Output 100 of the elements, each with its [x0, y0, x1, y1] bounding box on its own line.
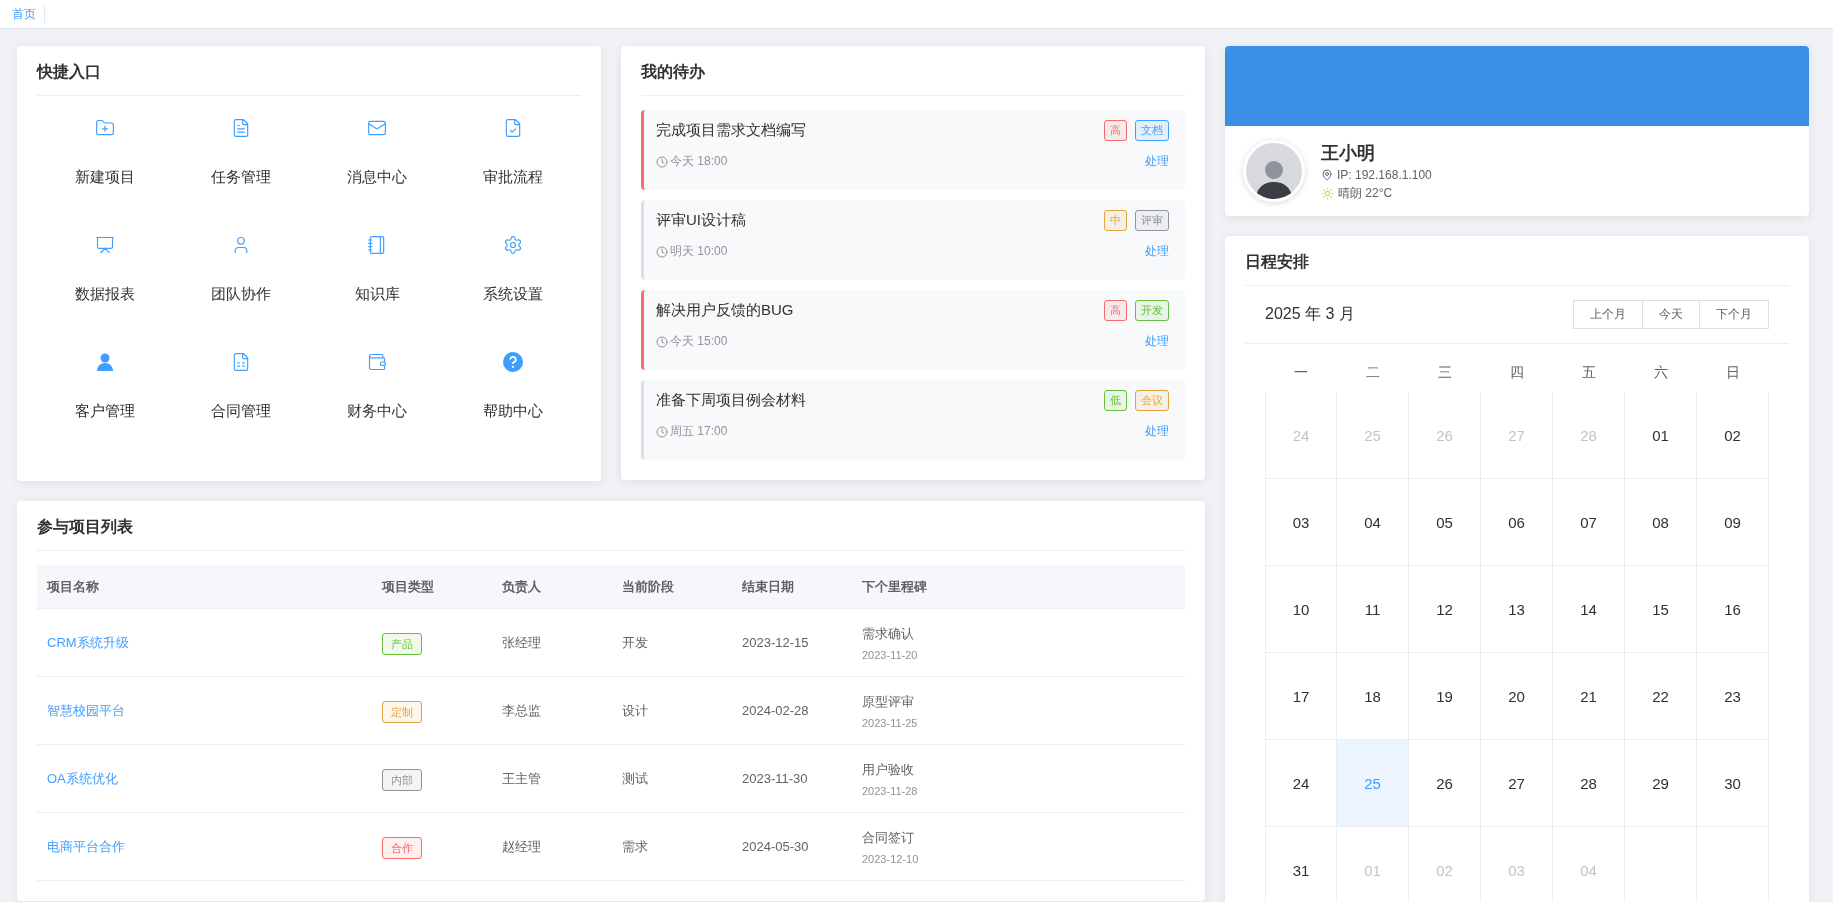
end-date-cell-text: 2023-11-30 — [742, 771, 809, 786]
todo-tag: 文档 — [1135, 120, 1169, 141]
milestone-name: 原型评审 — [862, 692, 915, 711]
sun-icon — [1321, 186, 1334, 200]
todo-tag: 会议 — [1135, 390, 1169, 411]
stage-cell-text: 需求 — [622, 837, 649, 856]
calendar-day[interactable]: 01 — [1625, 392, 1697, 479]
quick-entry-item[interactable]: 审批流程 — [445, 110, 581, 227]
calendar-day[interactable]: 04 — [1337, 479, 1409, 566]
calendar-day[interactable]: 20 — [1481, 653, 1553, 740]
location-pin-icon — [1321, 168, 1333, 181]
calendar-day[interactable]: 31 — [1265, 827, 1337, 902]
calendar-day[interactable]: 21 — [1553, 653, 1625, 740]
calendar-day[interactable]: 18 — [1337, 653, 1409, 740]
column-header: 当前阶段 — [622, 577, 675, 596]
month-nav-button[interactable]: 上个月 — [1573, 300, 1643, 329]
calendar-day[interactable]: 27 — [1481, 740, 1553, 827]
milestone-name: 合同签订 — [862, 828, 915, 847]
project-type-tag: 定制 — [382, 700, 422, 723]
weekday-label: 二 — [1365, 363, 1381, 382]
calendar-day[interactable]: 24 — [1265, 740, 1337, 827]
clock-icon — [656, 425, 668, 438]
settings-icon — [503, 235, 523, 255]
end-date-cell-text: 2024-02-28 — [742, 703, 810, 718]
calendar-day[interactable]: 19 — [1409, 653, 1481, 740]
todo-time: 周五 17:00 — [670, 423, 728, 440]
owner-cell-text: 张经理 — [502, 633, 542, 652]
calendar-day[interactable]: 17 — [1265, 653, 1337, 740]
stage-cell-text: 设计 — [622, 701, 649, 720]
quick-entry-item[interactable]: 团队协作 — [173, 227, 309, 344]
quick-entry-item[interactable]: 消息中心 — [309, 110, 445, 227]
clock-icon — [656, 335, 668, 348]
quick-entry-item[interactable]: 任务管理 — [173, 110, 309, 227]
mail-icon — [367, 118, 387, 138]
calendar-day[interactable]: 02 — [1697, 392, 1769, 479]
calendar-day[interactable]: 29 — [1625, 740, 1697, 827]
column-header: 项目名称 — [47, 577, 100, 596]
card-title: 我的待办 — [641, 54, 1185, 96]
calendar-day[interactable]: 28 — [1553, 740, 1625, 827]
project-type-tag: 产品 — [382, 632, 422, 655]
weekday-label: 五 — [1581, 363, 1597, 382]
card-title: 参与项目列表 — [37, 509, 1185, 551]
weekday-label: 四 — [1509, 363, 1525, 382]
todo-tag: 高 — [1104, 300, 1127, 321]
todo-tag: 评审 — [1135, 210, 1169, 231]
calendar-day[interactable]: 10 — [1265, 566, 1337, 653]
calendar-day[interactable]: 03 — [1265, 479, 1337, 566]
quick-entry-item[interactable]: 客户管理 — [37, 344, 173, 461]
column-header: 项目类型 — [382, 577, 435, 596]
quick-entry-item[interactable]: 知识库 — [309, 227, 445, 344]
document-icon — [231, 118, 251, 138]
todo-time: 明天 10:00 — [670, 243, 728, 260]
milestone-date: 2023-12-10 — [862, 852, 920, 865]
document-check-icon — [503, 118, 523, 138]
calendar-day[interactable]: 22 — [1625, 653, 1697, 740]
document-icon — [231, 352, 251, 372]
clock-icon — [656, 155, 668, 168]
quick-entry-item[interactable]: 数据报表 — [37, 227, 173, 344]
column-header: 负责人 — [502, 577, 542, 596]
calendar-day[interactable]: 26 — [1409, 740, 1481, 827]
presentation-chart-icon — [95, 235, 115, 255]
quick-entry-item[interactable]: 新建项目 — [37, 110, 173, 227]
todo-tag: 开发 — [1135, 300, 1169, 321]
month-label: 2025 年 3 月 — [1265, 304, 1355, 324]
calendar-day[interactable]: 12 — [1409, 566, 1481, 653]
weekday-label: 一 — [1293, 363, 1309, 382]
calendar-day[interactable]: 11 — [1337, 566, 1409, 653]
calendar-day[interactable]: 07 — [1553, 479, 1625, 566]
stage-cell-text: 开发 — [622, 633, 649, 652]
todo-title: 评审UI设计稿 — [656, 211, 746, 230]
todo-title: 准备下周项目例会材料 — [656, 391, 806, 410]
quick-entry-item[interactable]: 帮助中心 — [445, 344, 581, 461]
weekday-label: 三 — [1437, 363, 1453, 382]
folder-plus-icon — [95, 118, 115, 138]
owner-cell-text: 王主管 — [502, 769, 542, 788]
calendar-day[interactable]: 09 — [1697, 479, 1769, 566]
notebook-icon — [367, 235, 387, 255]
todo-tag: 高 — [1104, 120, 1127, 141]
end-date-cell-text: 2024-05-30 — [742, 839, 810, 854]
milestone-date: 2023-11-20 — [862, 648, 919, 661]
todo-title: 解决用户反馈的BUG — [656, 301, 794, 320]
calendar-day[interactable]: 05 — [1409, 479, 1481, 566]
calendar-day[interactable]: 08 — [1625, 479, 1697, 566]
calendar-day[interactable]: 23 — [1697, 653, 1769, 740]
calendar-day[interactable]: 06 — [1481, 479, 1553, 566]
column-header: 结束日期 — [742, 577, 795, 596]
weekday-label: 日 — [1725, 363, 1741, 382]
month-nav-button[interactable]: 下个月 — [1699, 300, 1769, 329]
project-type-tag: 合作 — [382, 836, 422, 859]
calendar-day[interactable]: 16 — [1697, 566, 1769, 653]
quick-entry-item[interactable]: 系统设置 — [445, 227, 581, 344]
avatar — [1243, 140, 1305, 202]
calendar-day[interactable]: 30 — [1697, 740, 1769, 827]
month-nav-button[interactable]: 今天 — [1642, 300, 1700, 329]
column-header: 下个里程碑 — [862, 577, 928, 596]
calendar-day[interactable]: 14 — [1553, 566, 1625, 653]
quick-entry-item[interactable]: 合同管理 — [173, 344, 309, 461]
quick-entry-item[interactable]: 财务中心 — [309, 344, 445, 461]
calendar-day[interactable]: 13 — [1481, 566, 1553, 653]
calendar-day[interactable]: 15 — [1625, 566, 1697, 653]
